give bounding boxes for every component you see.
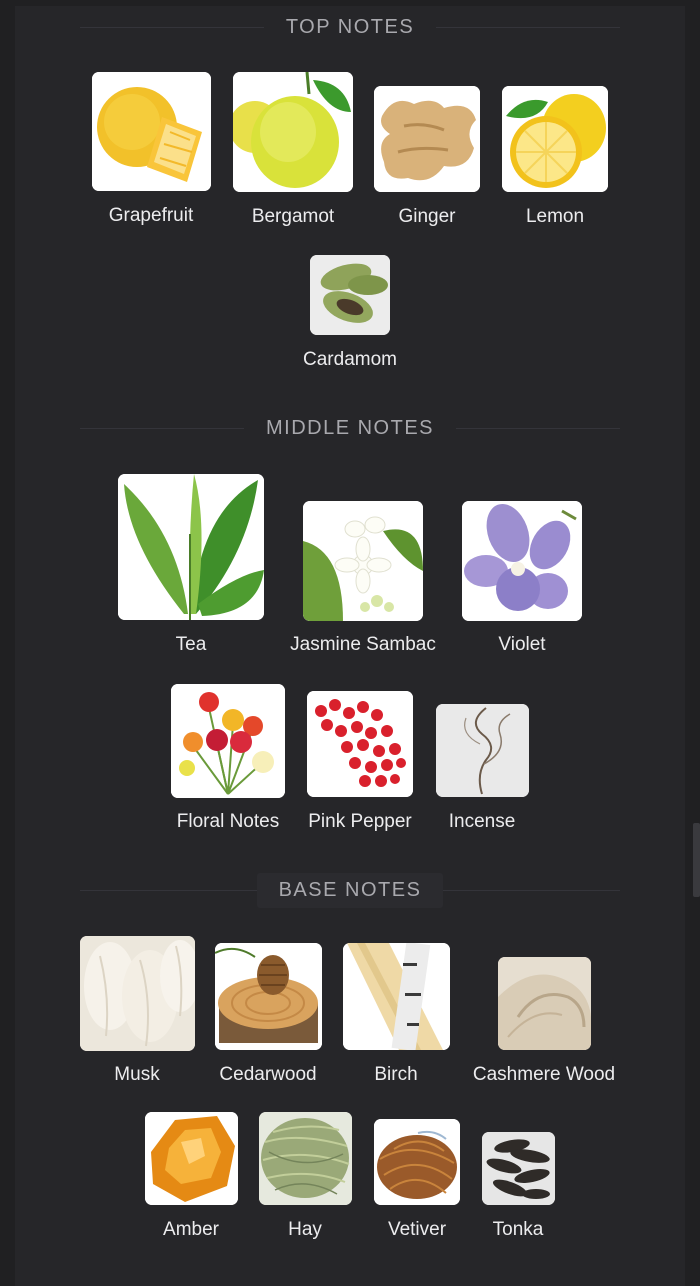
vetiver-icon [374,1119,460,1205]
note-tonka[interactable]: Tonka [482,1132,555,1240]
note-vetiver[interactable]: Vetiver [374,1119,460,1240]
base-notes-header: BASE NOTES [80,872,620,908]
note-birch[interactable]: Birch [343,943,450,1085]
note-ginger[interactable]: Ginger [374,86,480,227]
scrollbar-thumb[interactable] [693,823,700,897]
note-label: Grapefruit [108,205,194,226]
note-label: Pink Pepper [308,811,412,832]
note-label: Ginger [398,206,456,227]
note-pink-pepper[interactable]: Pink Pepper [307,691,413,832]
birch-icon [343,943,450,1050]
hay-icon [259,1112,352,1205]
note-label: Cedarwood [219,1064,317,1085]
cashmere-fabric-icon [498,957,591,1050]
note-cashmere-wood[interactable]: Cashmere Wood [473,957,615,1085]
note-label: Jasmine Sambac [290,634,436,655]
note-label: Lemon [525,206,585,227]
note-hay[interactable]: Hay [259,1112,352,1240]
note-label: Vetiver [387,1219,447,1240]
note-bergamot[interactable]: Bergamot [233,72,353,227]
grapefruit-icon [92,72,211,191]
note-label: Musk [114,1064,160,1085]
note-label: Tea [175,634,207,655]
note-label: Tonka [492,1219,544,1240]
amber-icon [145,1112,238,1205]
section-title: BASE NOTES [256,872,444,908]
note-label: Bergamot [251,206,335,227]
tonka-bean-icon [482,1132,555,1205]
note-cardamom[interactable]: Cardamom [303,255,397,370]
note-incense[interactable]: Incense [436,704,529,832]
note-label: Cardamom [303,349,397,370]
musk-fur-icon [80,936,195,1051]
note-label: Incense [448,811,516,832]
cardamom-icon [310,255,390,335]
note-label: Hay [288,1219,322,1240]
jasmine-flower-icon [303,501,423,621]
note-violet[interactable]: Violet [462,501,582,655]
middle-notes-header: MIDDLE NOTES [80,411,620,445]
note-lemon[interactable]: Lemon [502,86,608,227]
bouquet-icon [171,684,285,798]
note-jasmine-sambac[interactable]: Jasmine Sambac [290,501,436,655]
note-label: Floral Notes [176,811,280,832]
top-notes-header: TOP NOTES [80,10,620,44]
section-title: MIDDLE NOTES [243,416,457,440]
note-label: Violet [498,634,546,655]
note-musk[interactable]: Musk [80,936,195,1085]
lemon-icon [502,86,608,192]
note-label: Birch [374,1064,418,1085]
cedarwood-icon [215,943,322,1050]
note-label: Cashmere Wood [472,1064,616,1085]
note-label: Amber [163,1219,219,1240]
note-floral-notes[interactable]: Floral Notes [171,684,285,832]
note-grapefruit[interactable]: Grapefruit [92,72,211,226]
note-cedarwood[interactable]: Cedarwood [215,943,322,1085]
ginger-icon [374,86,480,192]
section-title: TOP NOTES [263,15,437,39]
violet-flower-icon [462,501,582,621]
note-tea[interactable]: Tea [118,474,264,655]
pink-pepper-icon [307,691,413,797]
bergamot-icon [233,72,353,192]
note-amber[interactable]: Amber [145,1112,238,1240]
tea-leaf-icon [118,474,264,620]
incense-smoke-icon [436,704,529,797]
